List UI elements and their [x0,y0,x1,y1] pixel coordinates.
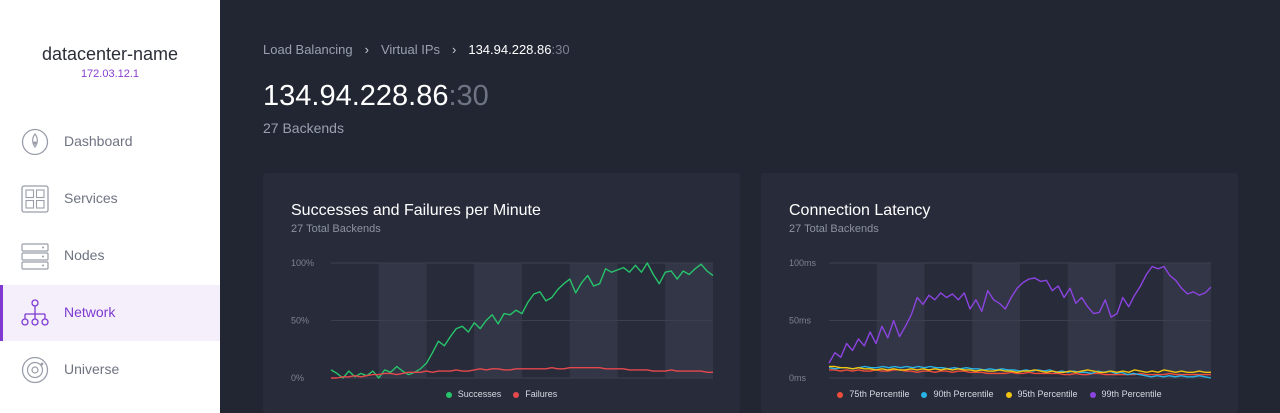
legend-label: Successes [457,389,502,399]
breadcrumb: Load Balancing › Virtual IPs › 134.94.228.86… [263,42,570,57]
sidebar-item-universe[interactable]: Universe [0,342,220,398]
legend-label: 95th Percentile [1017,389,1078,399]
sidebar-item-label: Dashboard [64,133,133,149]
sidebar-item-dashboard[interactable]: Dashboard [0,114,220,170]
page-title: 134.94.228.86:30 [263,80,489,113]
legend-item: Successes [445,389,502,399]
sidebar-item-label: Universe [64,361,120,377]
legend-dot [921,391,928,398]
breadcrumb-virtual-ips[interactable]: Virtual IPs [381,42,440,57]
breadcrumb-current-port: :30 [551,42,570,57]
legend-dot [837,391,844,398]
services-icon [21,185,49,213]
sidebar-item-nodes[interactable]: Nodes [0,228,220,284]
y-tick-label: 0% [291,373,304,383]
legend-dot [445,391,452,398]
y-tick-label: 100ms [789,258,817,268]
chevron-right-icon: › [452,42,457,57]
legend-label: Failures [525,389,558,399]
legend-item: Failures [513,389,557,399]
legend-item: 90th Percentile [921,389,994,399]
connection-latency-chart: 100ms 50ms 0ms [789,258,1212,383]
datacenter-name: datacenter-name [41,44,179,64]
universe-icon [21,356,49,384]
sidebar-item-network[interactable]: Network [0,285,220,341]
chevron-right-icon: › [364,42,369,57]
breadcrumb-current-ip: 134.94.228.86 [468,42,552,57]
y-tick-label: 0ms [789,373,807,383]
legend-item: 99th Percentile [1089,389,1162,399]
legend-item: 95th Percentile [1005,389,1078,399]
chart-legend: Successes Failures [263,389,740,399]
successes-failures-card: Successes and Failures per Minute 27 Tot… [263,173,740,413]
sidebar-item-label: Nodes [64,247,105,263]
legend-label: 99th Percentile [1101,389,1162,399]
datacenter-ip: 172.03.12.1 [80,68,140,80]
main-content: Load Balancing › Virtual IPs › 134.94.228.86… [220,0,1280,413]
sidebar-item-label: Services [64,190,118,206]
legend-label: 75th Percentile [849,389,910,399]
legend-label: 90th Percentile [933,389,994,399]
nodes-icon [21,242,49,270]
page-subtitle: 27 Backends [263,120,344,136]
breadcrumb-load-balancing[interactable]: Load Balancing [263,42,353,57]
y-tick-label: 100% [291,258,314,268]
successes-failures-chart: 100% 50% 0% [291,258,714,383]
y-tick-label: 50% [291,316,309,326]
chart-legend: 75th Percentile 90th Percentile 95th Perce… [761,389,1238,399]
sidebar-item-label: Network [64,304,116,320]
sidebar: datacenter-name 172.03.12.1 Dashboard Se… [0,0,220,413]
legend-dot [1089,391,1096,398]
legend-item: 75th Percentile [837,389,909,399]
sidebar-item-services[interactable]: Services [0,171,220,227]
legend-dot [513,391,520,398]
network-icon [21,299,49,327]
page-title-ip: 134.94.228.86 [263,80,449,112]
connection-latency-card: Connection Latency 27 Total Backends 100… [761,173,1238,413]
active-indicator [0,285,3,341]
y-tick-label: 50ms [789,316,812,326]
page-title-port: :30 [448,80,489,112]
dashboard-icon [21,128,49,156]
legend-dot [1005,391,1012,398]
